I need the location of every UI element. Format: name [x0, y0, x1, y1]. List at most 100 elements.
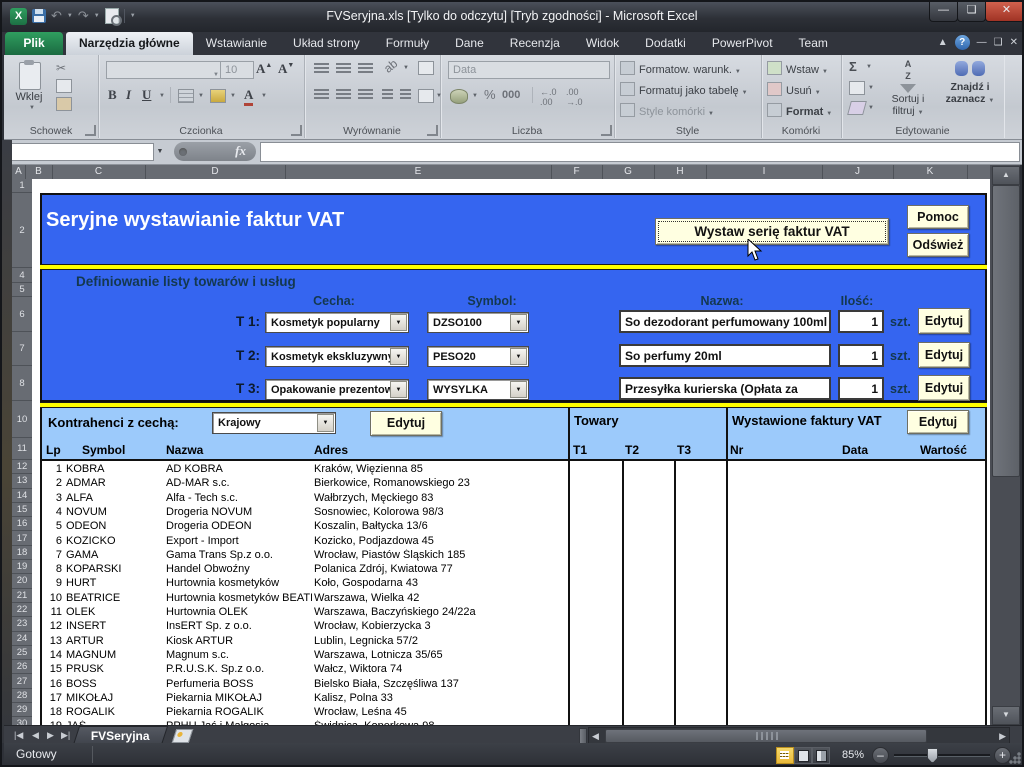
- zoom-out-icon[interactable]: –: [872, 747, 889, 764]
- fill-color-icon[interactable]: [210, 89, 226, 103]
- maximize-button[interactable]: ❑: [957, 2, 986, 22]
- faktury-edit-button[interactable]: Edytuj: [907, 410, 969, 434]
- column-header-I[interactable]: I: [706, 165, 823, 179]
- row-header-23[interactable]: 23: [12, 617, 32, 631]
- row-header-7[interactable]: 7: [12, 332, 32, 366]
- ribbon-tab-widok[interactable]: Widok: [573, 32, 632, 55]
- help-icon[interactable]: ?: [955, 35, 970, 50]
- symbol-combo-arrow-icon[interactable]: ▼: [510, 314, 527, 331]
- autosum-dropdown-icon[interactable]: ▼: [866, 64, 872, 70]
- font-dialog-launcher-icon[interactable]: [291, 125, 302, 136]
- column-header-A[interactable]: A: [12, 165, 26, 179]
- scroll-up-icon[interactable]: ▲: [992, 166, 1020, 185]
- issue-invoices-button[interactable]: Wystaw serię faktur VAT: [655, 218, 889, 245]
- percent-icon[interactable]: %: [484, 87, 496, 102]
- minimize-button[interactable]: —: [929, 2, 958, 22]
- refresh-button[interactable]: Odśwież: [907, 233, 969, 257]
- row-header-30[interactable]: 30: [12, 717, 32, 725]
- table-row[interactable]: 2ADMARAD-MAR s.c.Bierkowice, Romanowskie…: [32, 476, 990, 490]
- cecha-combo-arrow-icon[interactable]: ▼: [390, 348, 407, 365]
- column-header-H[interactable]: H: [654, 165, 707, 179]
- table-row[interactable]: 5ODEONDrogeria ODEONKoszalin, Bałtycka 1…: [32, 519, 990, 533]
- horizontal-scroll-thumb[interactable]: [605, 729, 927, 743]
- symbol-combo-t1[interactable]: DZSO100▼: [427, 312, 529, 333]
- align-right-icon[interactable]: [358, 89, 373, 99]
- doc-restore-icon[interactable]: ❑: [994, 37, 1003, 48]
- row-header-8[interactable]: 8: [12, 366, 32, 401]
- row-header-18[interactable]: 18: [12, 546, 32, 560]
- insert-worksheet-icon[interactable]: [172, 729, 194, 743]
- view-page-break-button[interactable]: [812, 747, 830, 764]
- table-row[interactable]: 1KOBRAAD KOBRAKraków, Więzienna 85: [32, 462, 990, 476]
- column-header-F[interactable]: F: [551, 165, 603, 179]
- doc-close-icon[interactable]: ✕: [1010, 37, 1018, 48]
- table-row[interactable]: 7GAMAGama Trans Sp.z o.o.Wrocław, Piastó…: [32, 548, 990, 562]
- increase-indent-icon[interactable]: [400, 89, 411, 99]
- symbol-combo-arrow-icon[interactable]: ▼: [510, 348, 527, 365]
- row-header-11[interactable]: 11: [12, 438, 32, 460]
- column-header-K[interactable]: K: [893, 165, 968, 179]
- row-header-16[interactable]: 16: [12, 517, 32, 531]
- collapse-ribbon-icon[interactable]: ▲: [938, 37, 948, 48]
- clipboard-dialog-launcher-icon[interactable]: [85, 125, 96, 136]
- row-header-21[interactable]: 21: [12, 589, 32, 603]
- first-sheet-icon[interactable]: |◀: [14, 726, 23, 744]
- column-header-J[interactable]: J: [822, 165, 894, 179]
- contractors-edit-button[interactable]: Edytuj: [370, 411, 442, 436]
- nazwa-input-t2[interactable]: So perfumy 20ml: [619, 344, 831, 367]
- column-header-E[interactable]: E: [285, 165, 552, 179]
- ribbon-tab-wstawianie[interactable]: Wstawianie: [193, 32, 280, 55]
- align-top-icon[interactable]: [314, 63, 329, 73]
- table-row[interactable]: 15PRUSKP.R.U.S.K. Sp.z o.o.Wałcz, Wiktor…: [32, 662, 990, 676]
- font-size-combo[interactable]: 10: [220, 61, 254, 79]
- row-header-2[interactable]: 2: [12, 193, 32, 268]
- ribbon-tab-formu-y[interactable]: Formuły: [373, 32, 442, 55]
- merge-center-icon[interactable]: [418, 89, 434, 103]
- currency-icon[interactable]: [450, 89, 468, 104]
- orientation-icon[interactable]: ab: [381, 56, 400, 75]
- insert-cells-button[interactable]: Wstaw▼: [767, 61, 828, 79]
- borders-icon[interactable]: [178, 89, 194, 103]
- row-header-22[interactable]: 22: [12, 603, 32, 617]
- font-color-dropdown-icon[interactable]: ▼: [261, 93, 267, 99]
- format-cells-button[interactable]: Format▼: [767, 103, 832, 121]
- prev-sheet-icon[interactable]: ◀: [32, 726, 39, 744]
- formula-input[interactable]: [260, 142, 1020, 162]
- nazwa-input-t1[interactable]: So dezodorant perfumowany 100ml: [619, 310, 831, 333]
- paste-button[interactable]: Wklej ▼: [12, 60, 46, 118]
- row-header-25[interactable]: 25: [12, 646, 32, 660]
- cecha-combo-t2[interactable]: Kosmetyk ekskluzywny▼: [265, 346, 409, 367]
- row-header-10[interactable]: 10: [12, 401, 32, 438]
- nazwa-input-t3[interactable]: Przesyłka kurierska (Opłata za: [619, 377, 831, 400]
- row-header-6[interactable]: 6: [12, 297, 32, 332]
- column-header-D[interactable]: D: [145, 165, 286, 179]
- row-header-27[interactable]: 27: [12, 675, 32, 689]
- table-row[interactable]: 14MAGNUMMagnum s.c.Warszawa, Lotnicza 35…: [32, 648, 990, 662]
- row-header-26[interactable]: 26: [12, 660, 32, 674]
- ribbon-tab-uk-ad-strony[interactable]: Układ strony: [280, 32, 373, 55]
- autosum-icon[interactable]: Σ: [849, 59, 857, 74]
- next-sheet-icon[interactable]: ▶: [47, 726, 54, 744]
- column-header-B[interactable]: B: [25, 165, 53, 179]
- last-sheet-icon[interactable]: ▶|: [61, 726, 70, 744]
- row-header-29[interactable]: 29: [12, 703, 32, 717]
- vertical-scroll-thumb[interactable]: [992, 185, 1020, 477]
- cecha-combo-t1[interactable]: Kosmetyk popularny▼: [265, 312, 409, 333]
- row-header-1[interactable]: 1: [12, 179, 32, 193]
- zoom-slider-thumb[interactable]: [927, 748, 938, 763]
- row-header-19[interactable]: 19: [12, 560, 32, 574]
- edit-button-t3[interactable]: Edytuj: [918, 375, 970, 401]
- table-row[interactable]: 17MIKOŁAJPiekarnia MIKOŁAJKalisz, Polna …: [32, 691, 990, 705]
- ribbon-tab-recenzja[interactable]: Recenzja: [497, 32, 573, 55]
- underline-icon[interactable]: U: [142, 87, 151, 103]
- contractors-combo[interactable]: Krajowy▼: [212, 412, 336, 434]
- cut-icon[interactable]: ✂: [56, 61, 66, 75]
- symbol-combo-t3[interactable]: WYSYLKA▼: [427, 379, 529, 400]
- row-header-13[interactable]: 13: [12, 474, 32, 488]
- insert-function-capsule[interactable]: fx: [174, 142, 256, 161]
- paste-dropdown-icon[interactable]: ▼: [29, 105, 35, 111]
- tab-split-handle[interactable]: [579, 728, 587, 744]
- copy-icon[interactable]: [56, 79, 72, 93]
- decrease-decimal-icon[interactable]: .00→.0: [566, 87, 583, 107]
- increase-decimal-icon[interactable]: ←.0.00: [540, 87, 557, 107]
